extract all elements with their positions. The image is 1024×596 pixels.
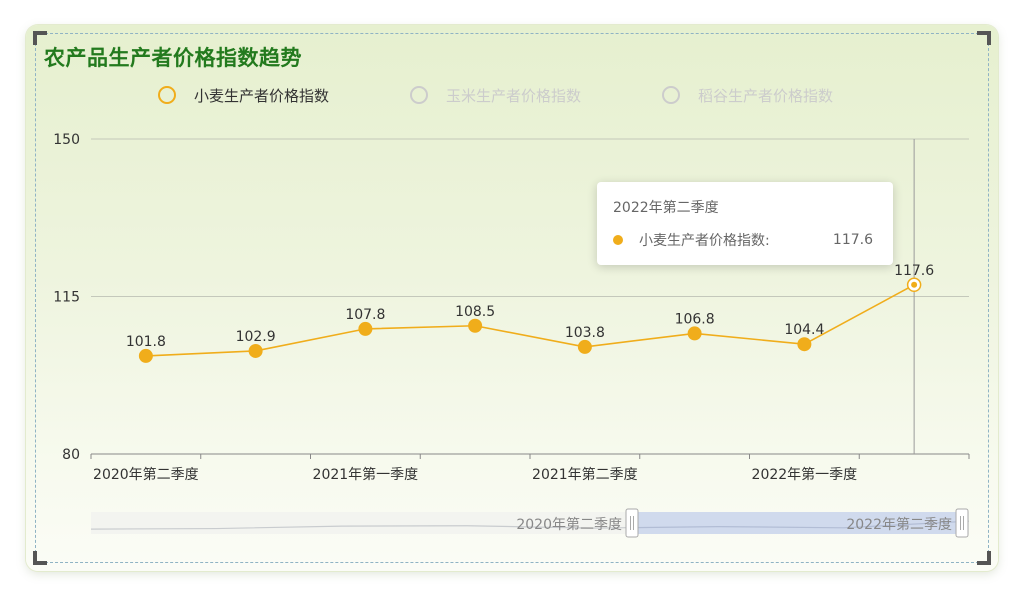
data-point <box>577 339 592 354</box>
data-label: 104.4 <box>784 322 824 338</box>
data-label: 107.8 <box>345 307 385 323</box>
data-label: 102.9 <box>236 329 276 345</box>
data-point <box>358 321 373 336</box>
data-point <box>687 326 702 341</box>
data-point-highlight-center <box>911 281 918 288</box>
data-label: 101.8 <box>126 334 166 350</box>
data-point <box>797 337 812 352</box>
y-tick-label: 115 <box>53 290 80 306</box>
data-label: 103.8 <box>565 325 605 341</box>
x-tick-label: 2022年第一季度 <box>752 466 858 483</box>
datazoom-start-handle[interactable] <box>625 508 639 538</box>
datazoom-start-label: 2020年第二季度 <box>516 516 622 533</box>
y-tick-label: 80 <box>62 447 80 463</box>
tooltip-series-name: 小麦生产者价格指数: <box>639 233 770 249</box>
data-point <box>138 348 153 363</box>
data-point <box>468 318 483 333</box>
datazoom-end-label: 2022年第二季度 <box>846 516 952 533</box>
data-label: 117.6 <box>894 263 934 279</box>
datazoom-end-handle[interactable] <box>955 508 969 538</box>
tooltip-series-dot-icon <box>613 235 623 245</box>
x-tick-label: 2021年第二季度 <box>532 466 638 483</box>
data-point <box>248 343 263 358</box>
x-tick-label: 2020年第二季度 <box>93 466 199 483</box>
data-label: 108.5 <box>455 304 495 320</box>
y-tick-label: 150 <box>53 132 80 148</box>
data-label: 106.8 <box>675 311 715 327</box>
tooltip-row: 小麦生产者价格指数: 117.6 <box>613 230 877 250</box>
tooltip: 2022年第二季度 小麦生产者价格指数: 117.6 <box>597 182 893 265</box>
line-chart: 80 115 150 2020年第二季度 2021年第一季度 2021年第二季度 2022年… <box>53 132 970 538</box>
tooltip-title: 2022年第二季度 <box>613 200 719 216</box>
tooltip-value: 117.6 <box>832 232 873 248</box>
x-tick-label: 2021年第一季度 <box>313 466 419 483</box>
